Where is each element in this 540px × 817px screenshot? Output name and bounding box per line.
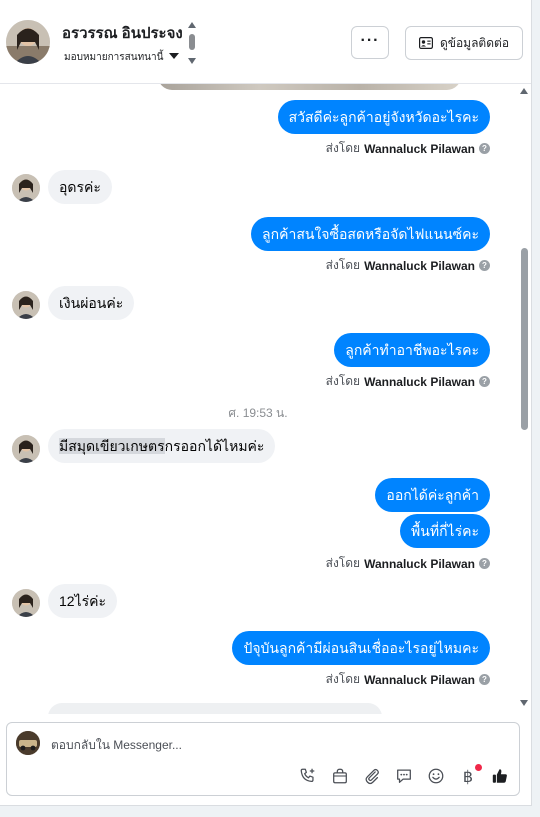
contact-info-label: ดูข้อมูลติดต่อ — [439, 35, 510, 50]
contact-avatar[interactable] — [6, 20, 50, 64]
contact-avatar-small[interactable] — [12, 174, 40, 202]
scroll-up-arrow-icon[interactable] — [520, 88, 528, 94]
help-icon[interactable]: ? — [479, 260, 490, 271]
incoming-message[interactable]: 12ไร่ค่ะ — [48, 584, 118, 618]
notification-dot — [475, 764, 482, 771]
reply-input[interactable] — [51, 736, 491, 754]
contact-card-icon — [418, 37, 433, 49]
contact-name: อรวรรณ อินประจง — [62, 25, 183, 42]
message-thread[interactable]: สวัสดีค่ะลูกค้าอยู่จังหวัดอะไรคะ ส่งโดย … — [0, 84, 516, 714]
phone-plus-icon[interactable] — [297, 765, 319, 787]
contact-avatar-small[interactable] — [12, 291, 40, 319]
sent-by-line: ส่งโดย Wannaluck Pilawan ? — [326, 256, 490, 275]
help-icon[interactable]: ? — [479, 376, 490, 387]
incoming-message[interactable]: เงินผ่อนค่ะ — [48, 286, 135, 320]
assign-conversation-dropdown[interactable]: มอบหมายการสนทนานี้ — [64, 50, 180, 65]
sent-by-prefix: ส่งโดย — [325, 374, 361, 388]
sent-by-line: ส่งโดย Wannaluck Pilawan ? — [326, 372, 490, 391]
outgoing-message[interactable]: พื้นที่กี่ไร่คะ — [400, 514, 490, 548]
outgoing-message[interactable]: ลูกค้าสนใจซื้อสดหรือจัดไฟแนนซ์คะ — [251, 217, 490, 251]
shopping-bag-icon[interactable] — [329, 765, 351, 787]
sender-name: Wannaluck Pilawan — [364, 141, 475, 156]
reply-composer: ฿ — [6, 722, 520, 796]
message-timestamp: ศ. 19:53 น. — [228, 406, 288, 420]
help-icon[interactable]: ? — [479, 143, 490, 154]
thumbs-up-icon[interactable] — [489, 765, 511, 787]
image-attachment[interactable] — [158, 84, 461, 90]
sender-name: Wannaluck Pilawan — [364, 258, 475, 273]
scrollbar-thumb[interactable] — [521, 248, 528, 430]
sent-by-line: ส่งโดย Wannaluck Pilawan ? — [326, 554, 490, 573]
chat-bubble-icon[interactable] — [393, 765, 415, 787]
outgoing-message[interactable]: ออกได้ค่ะลูกค้า — [375, 478, 490, 512]
partial-incoming-message[interactable] — [48, 703, 382, 714]
sent-by-prefix: ส่งโดย — [325, 556, 361, 570]
help-icon[interactable]: ? — [479, 558, 490, 569]
incoming-message[interactable]: อุดรค่ะ — [48, 170, 112, 204]
sender-name: Wannaluck Pilawan — [364, 556, 475, 571]
sent-by-prefix: ส่งโดย — [325, 672, 361, 686]
sent-by-prefix: ส่งโดย — [325, 141, 361, 155]
contact-avatar-small[interactable] — [12, 589, 40, 617]
scroll-down-arrow-icon[interactable] — [520, 700, 528, 706]
baht-symbol: ฿ — [462, 766, 474, 786]
view-contact-info-button[interactable]: ดูข้อมูลติดต่อ — [405, 26, 523, 60]
caret-down-icon — [169, 53, 180, 59]
messenger-panel: อรวรรณ อินประจง มอบหมายการสนทนานี้ ··· ด… — [0, 0, 532, 806]
more-options-button[interactable]: ··· — [351, 26, 389, 59]
sort-arrows-icon[interactable] — [186, 20, 198, 68]
sent-by-prefix: ส่งโดย — [325, 258, 361, 272]
paperclip-icon[interactable] — [361, 765, 383, 787]
outgoing-message[interactable]: ปัจุบันลูกค้ามีผ่อนสินเชื่ออะไรอยู่ไหมคะ — [232, 631, 490, 665]
incoming-message[interactable]: มีสมุดเขียวเกษตรกรออกได้ไหมค่ะ — [48, 429, 276, 463]
contact-avatar-small[interactable] — [12, 435, 40, 463]
selected-text: มีสมุดเขียวเกษตร — [59, 438, 165, 454]
sender-name: Wannaluck Pilawan — [364, 374, 475, 389]
outgoing-message[interactable]: สวัสดีค่ะลูกค้าอยู่จังหวัดอะไรคะ — [277, 100, 490, 134]
message-text: กรออกได้ไหมค่ะ — [164, 438, 265, 454]
sender-name: Wannaluck Pilawan — [364, 672, 475, 687]
outgoing-message[interactable]: ลูกค้าทำอาชีพอะไรคะ — [334, 333, 490, 367]
baht-icon[interactable]: ฿ — [457, 764, 482, 787]
page-avatar — [16, 731, 40, 755]
smiley-icon[interactable] — [425, 765, 447, 787]
help-icon[interactable]: ? — [479, 674, 490, 685]
conversation-header: อรวรรณ อินประจง มอบหมายการสนทนานี้ ··· ด… — [0, 0, 531, 84]
sent-by-line: ส่งโดย Wannaluck Pilawan ? — [326, 139, 490, 158]
sent-by-line: ส่งโดย Wannaluck Pilawan ? — [326, 670, 490, 689]
assign-label: มอบหมายการสนทนานี้ — [64, 52, 164, 63]
